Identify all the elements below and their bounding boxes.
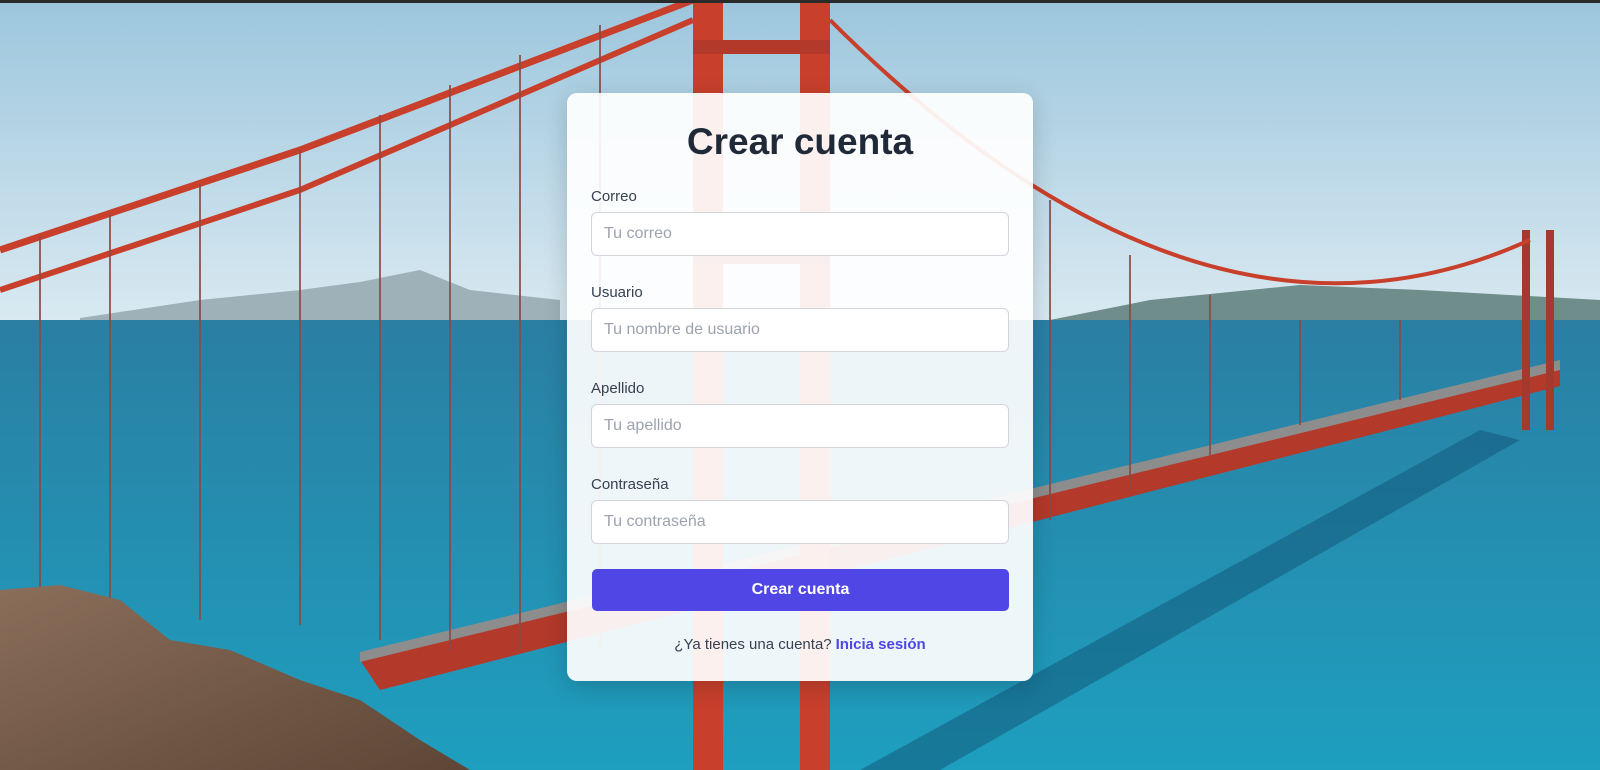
lastname-input[interactable] [591, 404, 1009, 448]
username-input[interactable] [591, 308, 1009, 352]
password-input[interactable] [591, 500, 1009, 544]
signup-card: Crear cuenta Correo Usuario Apellido Con… [567, 93, 1033, 681]
username-label: Usuario [591, 284, 643, 301]
email-field-group: Correo [591, 187, 1009, 256]
page-title: Crear cuenta [686, 121, 914, 162]
window-top-border [0, 0, 1600, 3]
email-input[interactable] [591, 212, 1009, 256]
password-label: Contraseña [591, 476, 669, 493]
password-field-group: Contraseña [591, 475, 1009, 544]
lastname-field-group: Apellido [591, 379, 1009, 448]
login-prompt-text: ¿Ya tienes una cuenta? [674, 636, 832, 653]
lastname-label: Apellido [591, 380, 645, 397]
email-label: Correo [591, 188, 637, 205]
create-account-button[interactable]: Crear cuenta [592, 569, 1009, 611]
login-link[interactable]: Inicia sesión [836, 636, 926, 653]
username-field-group: Usuario [591, 283, 1009, 352]
login-prompt: ¿Ya tienes una cuenta? Inicia sesión [567, 636, 1033, 653]
